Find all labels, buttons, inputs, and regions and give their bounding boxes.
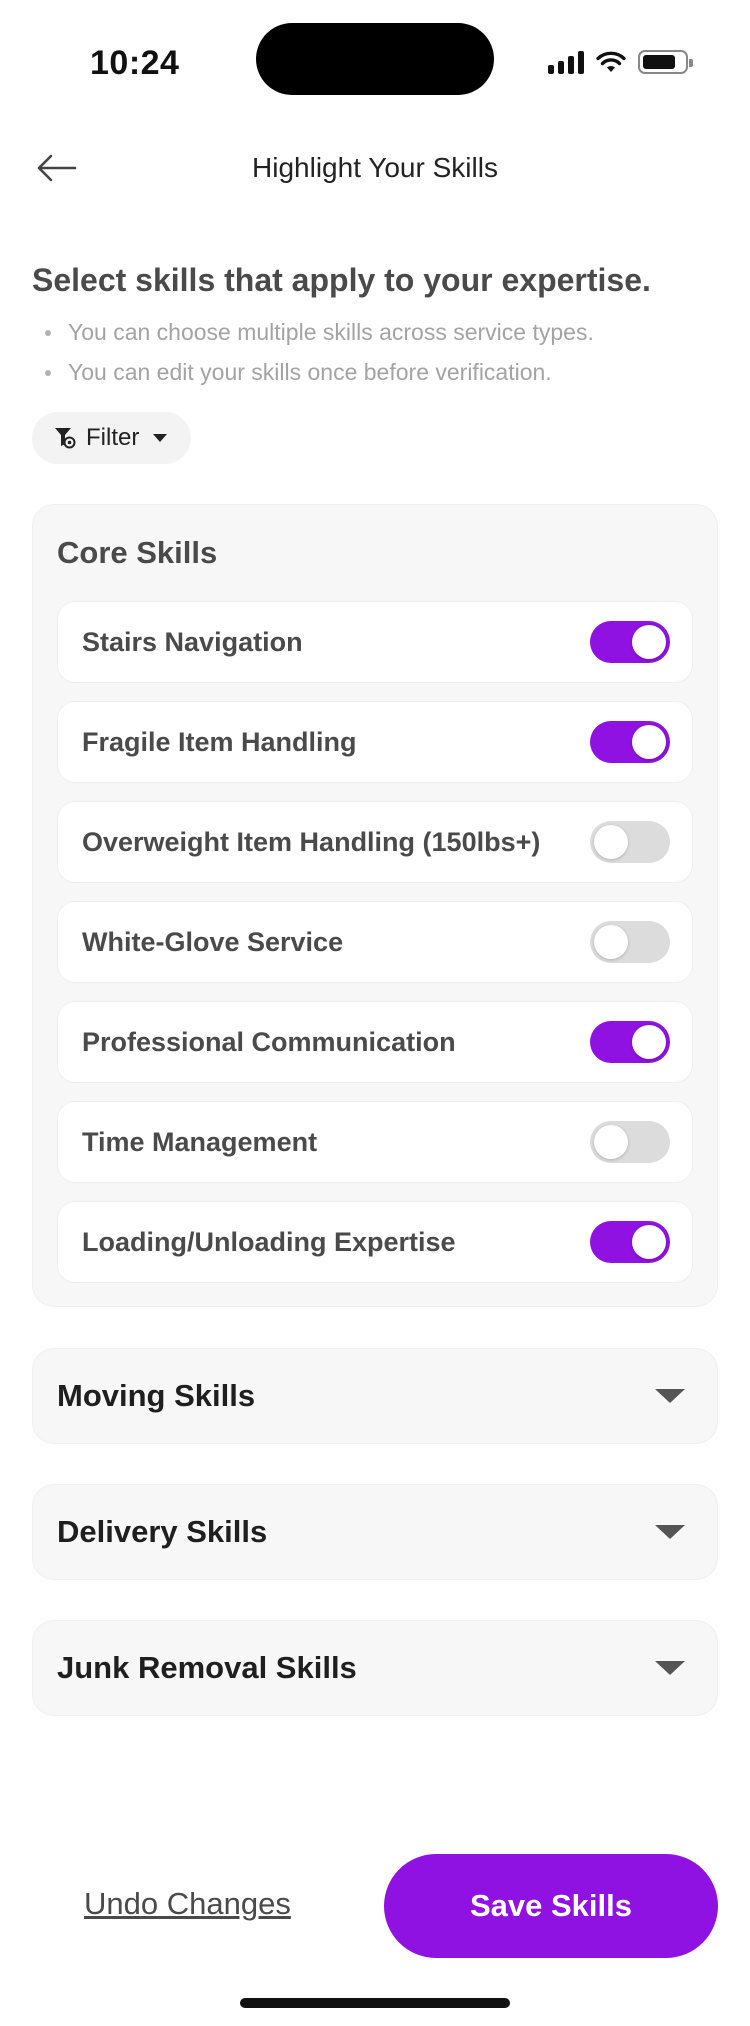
page-title: Highlight Your Skills bbox=[252, 152, 498, 183]
skill-row-overweight-item-handling: Overweight Item Handling (150lbs+) bbox=[57, 801, 693, 883]
accordion-title: Moving Skills bbox=[57, 1378, 256, 1413]
home-indicator bbox=[240, 1998, 510, 2008]
wifi-icon bbox=[596, 51, 626, 72]
skill-toggle[interactable] bbox=[590, 721, 670, 763]
intro-bullets: You can choose multiple skills across se… bbox=[32, 316, 594, 396]
skill-label: Professional Communication bbox=[82, 1026, 456, 1057]
toggle-knob bbox=[632, 1025, 666, 1059]
accordion-delivery-skills[interactable]: Delivery Skills bbox=[32, 1484, 718, 1580]
core-skills-list: Stairs Navigation Fragile Item Handling … bbox=[57, 601, 693, 1301]
save-skills-button[interactable]: Save Skills bbox=[384, 1854, 718, 1958]
skill-label: Overweight Item Handling (150lbs+) bbox=[82, 826, 541, 857]
skill-row-stairs-navigation: Stairs Navigation bbox=[57, 601, 693, 683]
caret-down-icon bbox=[153, 434, 168, 442]
skill-toggle[interactable] bbox=[590, 921, 670, 963]
accordion-junk-removal-skills[interactable]: Junk Removal Skills bbox=[32, 1620, 718, 1716]
intro-heading: Select skills that apply to your experti… bbox=[32, 262, 651, 298]
accordion-title: Delivery Skills bbox=[57, 1514, 268, 1549]
status-icons bbox=[548, 50, 693, 74]
status-bar: 10:24 bbox=[0, 0, 750, 110]
dynamic-island bbox=[256, 23, 494, 95]
skill-label: Time Management bbox=[82, 1126, 318, 1157]
accordion-title: Junk Removal Skills bbox=[57, 1650, 357, 1685]
skill-row-loading-unloading-expertise: Loading/Unloading Expertise bbox=[57, 1201, 693, 1283]
skill-toggle[interactable] bbox=[590, 821, 670, 863]
core-skills-card: Core Skills Stairs Navigation Fragile It… bbox=[32, 504, 718, 1307]
battery-icon bbox=[638, 50, 693, 74]
skill-row-time-management: Time Management bbox=[57, 1101, 693, 1183]
undo-changes-link[interactable]: Undo Changes bbox=[84, 1886, 291, 1922]
skill-label: Loading/Unloading Expertise bbox=[82, 1226, 456, 1257]
filter-label: Filter bbox=[86, 424, 140, 451]
skill-toggle[interactable] bbox=[590, 1121, 670, 1163]
intro-bullet: You can edit your skills once before ver… bbox=[32, 356, 594, 396]
filter-button[interactable]: Filter bbox=[32, 412, 192, 464]
filter-icon bbox=[55, 428, 76, 449]
core-skills-title: Core Skills bbox=[57, 535, 218, 570]
toggle-knob bbox=[632, 1225, 666, 1259]
toggle-knob bbox=[594, 1125, 628, 1159]
accordion-moving-skills[interactable]: Moving Skills bbox=[32, 1348, 718, 1444]
cellular-signal-icon bbox=[548, 50, 584, 74]
toggle-knob bbox=[594, 925, 628, 959]
chevron-down-icon bbox=[655, 1661, 685, 1675]
skill-toggle[interactable] bbox=[590, 621, 670, 663]
skill-label: White-Glove Service bbox=[82, 926, 344, 957]
chevron-down-icon bbox=[655, 1389, 685, 1403]
skill-label: Fragile Item Handling bbox=[82, 726, 357, 757]
skill-row-professional-communication: Professional Communication bbox=[57, 1001, 693, 1083]
toggle-knob bbox=[632, 625, 666, 659]
toggle-knob bbox=[594, 825, 628, 859]
toggle-knob bbox=[632, 725, 666, 759]
status-time: 10:24 bbox=[90, 44, 180, 82]
skill-label: Stairs Navigation bbox=[82, 626, 303, 657]
skill-toggle[interactable] bbox=[590, 1221, 670, 1263]
screen: 10:24 Highlight Your Skills Select skill… bbox=[0, 0, 750, 2026]
skill-row-fragile-item-handling: Fragile Item Handling bbox=[57, 701, 693, 783]
chevron-down-icon bbox=[655, 1525, 685, 1539]
skill-row-white-glove-service: White-Glove Service bbox=[57, 901, 693, 983]
skill-toggle[interactable] bbox=[590, 1021, 670, 1063]
intro-bullet: You can choose multiple skills across se… bbox=[32, 316, 594, 356]
